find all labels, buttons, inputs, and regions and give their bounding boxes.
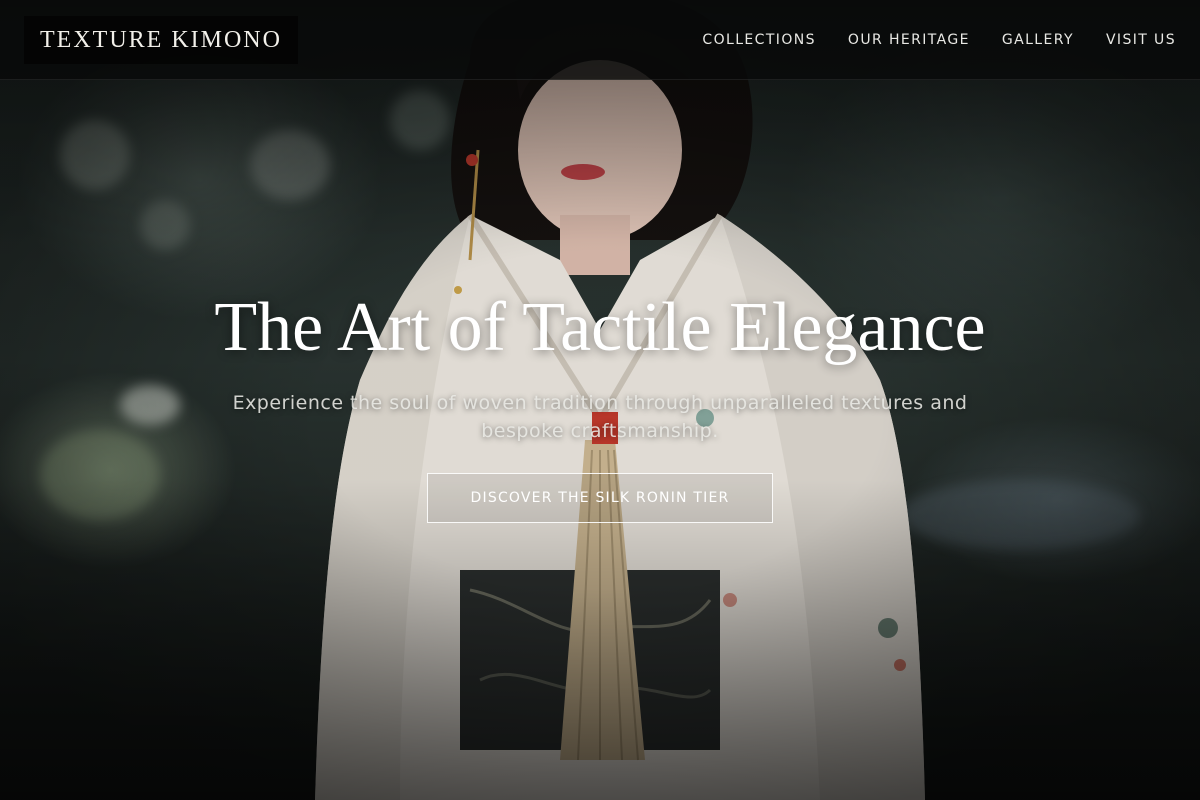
nav-item-visit-us[interactable]: VISIT US: [1106, 32, 1176, 48]
hero-subtitle: Experience the soul of woven tradition t…: [232, 392, 968, 442]
nav-item-our-heritage[interactable]: OUR HERITAGE: [848, 32, 970, 48]
hero-content: The Art of Tactile Elegance Experience t…: [0, 285, 1200, 523]
discover-silk-ronin-tier-button[interactable]: DISCOVER THE SILK RONIN TIER: [427, 473, 773, 523]
top-navigation-bar: TEXTURE KIMONO COLLECTIONS OUR HERITAGE …: [0, 0, 1200, 80]
hero-title: The Art of Tactile Elegance: [214, 289, 986, 366]
nav-links: COLLECTIONS OUR HERITAGE GALLERY VISIT U…: [702, 0, 1176, 80]
brand-logo[interactable]: TEXTURE KIMONO: [24, 16, 298, 64]
nav-item-gallery[interactable]: GALLERY: [1002, 32, 1074, 48]
nav-item-collections[interactable]: COLLECTIONS: [702, 32, 815, 48]
